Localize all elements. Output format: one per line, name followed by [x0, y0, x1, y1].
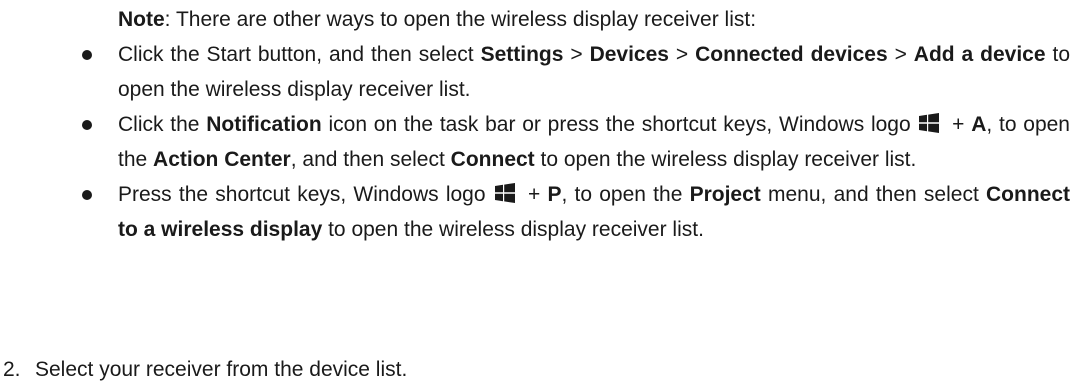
list-item: Click the Notification icon on the task … [80, 107, 1070, 177]
step-item: 2. Select your receiver from the device l… [3, 352, 407, 387]
windows-logo-icon [494, 183, 515, 203]
list-item-text: menu, and then select [760, 183, 986, 206]
bullet-list: Click the Start button, and then select … [80, 37, 1070, 247]
bullet-dot-icon [82, 190, 92, 200]
connected-devices-term: Connected devices [695, 43, 888, 66]
document-page: Note: There are other ways to open the w… [0, 0, 1082, 387]
separator-text: > [668, 43, 696, 66]
note-text: : There are other ways to open the wirel… [164, 8, 757, 31]
separator-text: > [887, 43, 914, 66]
list-item-text: Press the shortcut keys, Windows logo [118, 183, 493, 206]
bullet-dot-icon [82, 120, 92, 130]
project-term: Project [689, 183, 761, 206]
step-number: 2. [3, 358, 21, 381]
plus-text: + [520, 183, 548, 206]
connect-term: Connect [450, 148, 535, 171]
key-a-term: A [971, 113, 987, 136]
notification-term: Notification [206, 113, 322, 136]
list-item-text: , and then select [290, 148, 451, 171]
list-item-text: Click the [118, 113, 207, 136]
bullet-dot-icon [82, 50, 92, 60]
plus-text: + [945, 113, 972, 136]
list-item: Click the Start button, and then select … [80, 37, 1070, 107]
list-item: Press the shortcut keys, Windows logo + … [80, 177, 1070, 247]
step-text: Select your receiver from the device lis… [35, 358, 408, 381]
add-a-device-term: Add a device [913, 43, 1046, 66]
settings-term: Settings [480, 43, 564, 66]
separator-text: > [563, 43, 590, 66]
list-item-text: , to open the [561, 183, 690, 206]
list-item-text: to open the wireless display receiver li… [534, 148, 917, 171]
list-item-text: icon on the task bar or press the shortc… [321, 113, 918, 136]
windows-logo-icon [919, 113, 940, 133]
list-item-text: Click the Start button, and then select [118, 43, 481, 66]
note-paragraph: Note: There are other ways to open the w… [118, 2, 756, 37]
list-item-text: to open the wireless display receiver li… [322, 218, 704, 241]
key-p-term: P [547, 183, 562, 206]
action-center-term: Action Center [153, 148, 291, 171]
note-label: Note [118, 8, 165, 31]
devices-term: Devices [589, 43, 669, 66]
